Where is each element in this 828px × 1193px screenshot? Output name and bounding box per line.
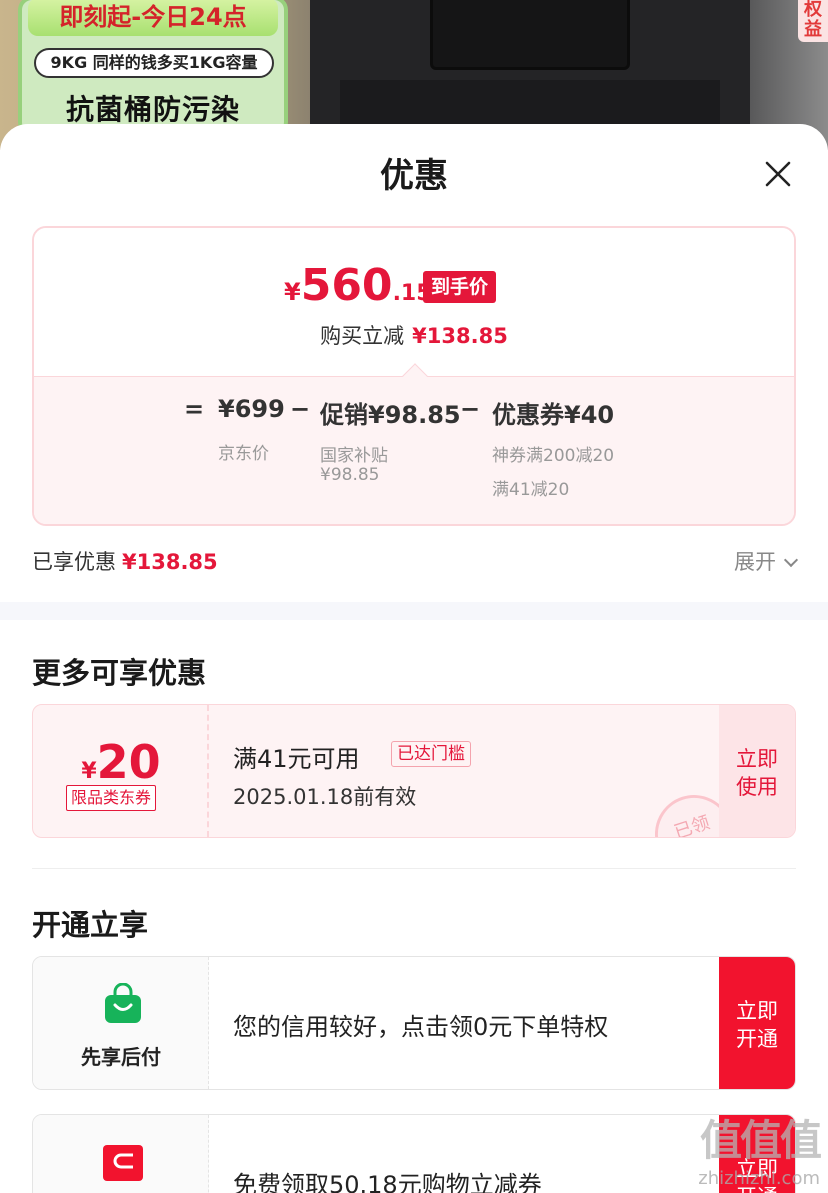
service-name: 先享后付 [81,1045,161,1069]
service-card-pay-later[interactable]: 先享后付 您的信用较好，点击领0元下单特权 立即 开通 [32,956,796,1090]
watermark-url: zhizhizhi.com [698,1168,820,1189]
card-icon [103,1145,143,1181]
expand-button[interactable]: 展开 [734,546,799,576]
washer-lid [430,0,630,70]
promo-slogan: 抗菌桶防污染 [65,93,240,126]
coupon-condition: 满41元可用 [233,745,360,773]
enjoyed-discount: 已享优惠 ¥138.85 [32,546,218,576]
promo-capacity-pill: 9KG 同样的钱多买1KG容量 [34,48,274,78]
final-price-tag: 到手价 [423,271,497,303]
washer-panel [340,80,720,130]
close-icon[interactable] [764,160,792,188]
chevron-down-icon [783,552,799,568]
use-now-line1: 立即 [736,747,778,771]
coupon-yen: ¥ [81,759,97,784]
jd-price-label: 京东价 [218,444,269,464]
shopping-bag-icon [105,983,141,1023]
final-price: ¥560.15 [284,260,432,311]
open-now-button[interactable]: 立即 开通 [719,957,795,1089]
promo-sub-amount: ¥98.85 [320,465,380,485]
rights-tag[interactable]: 权益 [798,0,828,42]
coupon-value: ¥20 [33,735,209,789]
expand-label: 展开 [734,550,776,574]
coupon-sub-1: 神券满200减20 [492,446,615,466]
coupon-value-area: ¥20 限品类东券 [33,705,209,837]
discount-sheet: 优惠 ¥560.15 到手价 购买立减 ¥138.85 = ¥699 京东价 − … [0,124,828,1193]
minus-sign: − [460,395,481,423]
watermark-logo: 值值值 [699,1116,822,1165]
final-price-yen: ¥ [284,278,301,306]
washer-image [310,0,750,140]
coupon-validity: 2025.01.18前有效 [233,785,417,809]
price-calculation: = ¥699 京东价 − 促销¥98.85 国家补贴 ¥98.85 − 优惠券¥… [34,376,794,524]
saved-label: 购买立减 [320,324,405,348]
more-discounts-title: 更多可享优惠 [32,656,207,690]
service-icon-area [33,1115,209,1193]
final-price-integer: 560 [300,260,393,311]
service-icon-area: 先享后付 [33,957,209,1089]
calc-row: = ¥699 京东价 − 促销¥98.85 国家补贴 ¥98.85 − 优惠券¥… [34,377,794,524]
final-price-area: ¥560.15 到手价 购买立减 ¥138.85 [34,228,794,376]
site-watermark: 值值值 zhizhizhi.com [670,1107,822,1189]
jd-price: ¥699 [218,395,285,423]
service-description: 免费领取50.18元购物立减券 [233,1171,542,1193]
divider-line [32,868,796,869]
promo-amount: 促销¥98.85 [320,401,461,429]
promo-headline: 即刻起-今日24点 [28,0,278,36]
use-now-line2: 使用 [736,775,778,799]
price-breakdown-card: ¥560.15 到手价 购买立减 ¥138.85 = ¥699 京东价 − 促销¥… [32,226,796,526]
threshold-reached-badge: 已达门槛 [391,741,471,767]
enjoyed-label: 已享优惠 [32,550,116,574]
sheet-title: 优惠 [380,156,448,196]
saved-amount: ¥138.85 [412,324,508,348]
promo-box: 即刻起-今日24点 9KG 同样的钱多买1KG容量 抗菌桶防污染 [18,0,288,136]
coupon-type-badge: 限品类东券 [66,785,157,811]
open-enjoy-title: 开通立享 [32,908,149,942]
coupon-amount: 优惠券¥40 [492,401,615,429]
section-divider [0,602,828,620]
promo-sub-label: 国家补贴 [320,446,388,466]
coupon-card[interactable]: ¥20 限品类东券 满41元可用 已达门槛 2025.01.18前有效 已领 立… [32,704,796,838]
minus-sign: − [290,395,311,423]
use-now-button[interactable]: 立即 使用 [719,705,795,837]
coupon-number: 20 [96,735,161,789]
open-now-line2: 开通 [736,1027,778,1051]
service-description: 您的信用较好，点击领0元下单特权 [233,1013,609,1041]
saved-line: 购买立减 ¥138.85 [34,320,794,350]
open-now-line1: 立即 [736,999,778,1023]
coupon-sub-2: 满41减20 [492,480,570,500]
enjoyed-amount: ¥138.85 [122,550,218,574]
equals-sign: = [184,395,205,423]
